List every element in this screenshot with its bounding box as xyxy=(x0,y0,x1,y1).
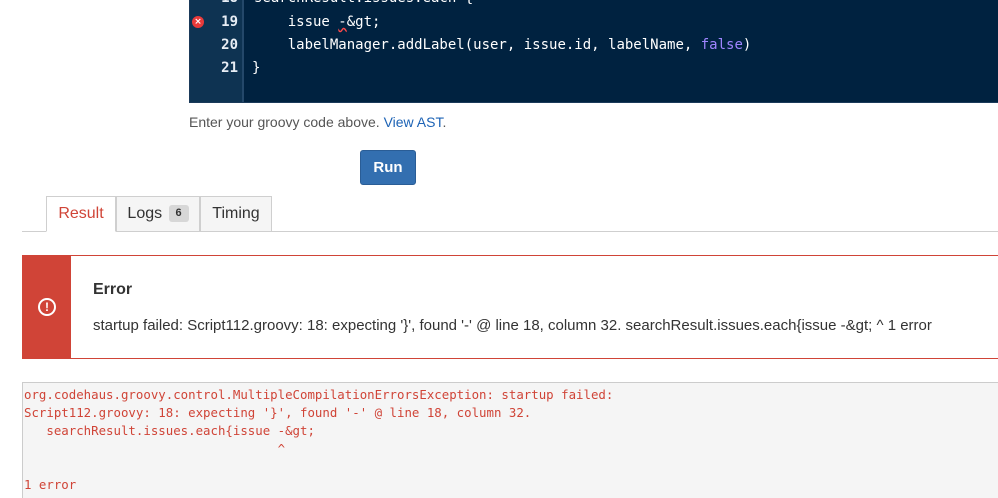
line-number: 21 xyxy=(221,60,238,76)
stack-trace-text: org.codehaus.groovy.control.MultipleComp… xyxy=(24,387,614,492)
logs-count-badge: 6 xyxy=(168,205,189,222)
code-line[interactable]: 18 searchResult.issues.each { xyxy=(190,0,998,9)
error-icon: ! xyxy=(38,298,56,316)
tab-label: Logs xyxy=(127,205,163,222)
editor-hint: Enter your groovy code above. View AST. xyxy=(189,114,446,130)
code-editor[interactable]: 18 searchResult.issues.each { × 19 issue… xyxy=(189,0,998,103)
error-title: Error xyxy=(93,281,133,298)
tab-timing[interactable]: Timing xyxy=(200,196,272,232)
result-tabs: Result Logs 6 Timing xyxy=(22,196,998,232)
stack-trace-box: org.codehaus.groovy.control.MultipleComp… xyxy=(22,382,998,498)
code-token: labelManager.addLabel(user, issue.id, la… xyxy=(287,37,701,53)
code-token: issue xyxy=(287,14,339,30)
tab-result[interactable]: Result xyxy=(46,196,116,232)
hint-period: . xyxy=(442,114,447,130)
code-line[interactable]: × 19 issue -&gt; xyxy=(190,11,998,33)
line-number: 19 xyxy=(221,14,238,30)
hint-text: Enter your groovy code above. xyxy=(189,114,380,130)
code-token: &gt; xyxy=(346,14,381,30)
line-number: 18 xyxy=(190,0,238,9)
error-message: startup failed: Script112.groovy: 18: ex… xyxy=(93,317,932,334)
view-ast-link[interactable]: View AST xyxy=(384,114,443,130)
code-text: } xyxy=(252,60,261,76)
tab-logs[interactable]: Logs 6 xyxy=(116,196,200,232)
code-text: searchResult.issues.each { xyxy=(254,0,473,9)
run-button[interactable]: Run xyxy=(360,150,416,185)
line-number: 20 xyxy=(221,37,238,53)
error-panel: ! Error startup failed: Script112.groovy… xyxy=(22,255,998,359)
code-text: issue -&gt; xyxy=(254,11,381,33)
error-side-bar: ! xyxy=(23,256,71,358)
code-token: ) xyxy=(742,37,752,53)
tab-label: Result xyxy=(58,205,104,222)
code-text: labelManager.addLabel(user, issue.id, la… xyxy=(254,34,752,56)
keyword-token: false xyxy=(700,37,743,53)
code-line[interactable]: 21 } xyxy=(190,57,998,79)
code-line[interactable]: 20 labelManager.addLabel(user, issue.id,… xyxy=(190,34,998,56)
tab-label: Timing xyxy=(212,205,260,222)
syntax-error-token: - xyxy=(338,14,347,30)
